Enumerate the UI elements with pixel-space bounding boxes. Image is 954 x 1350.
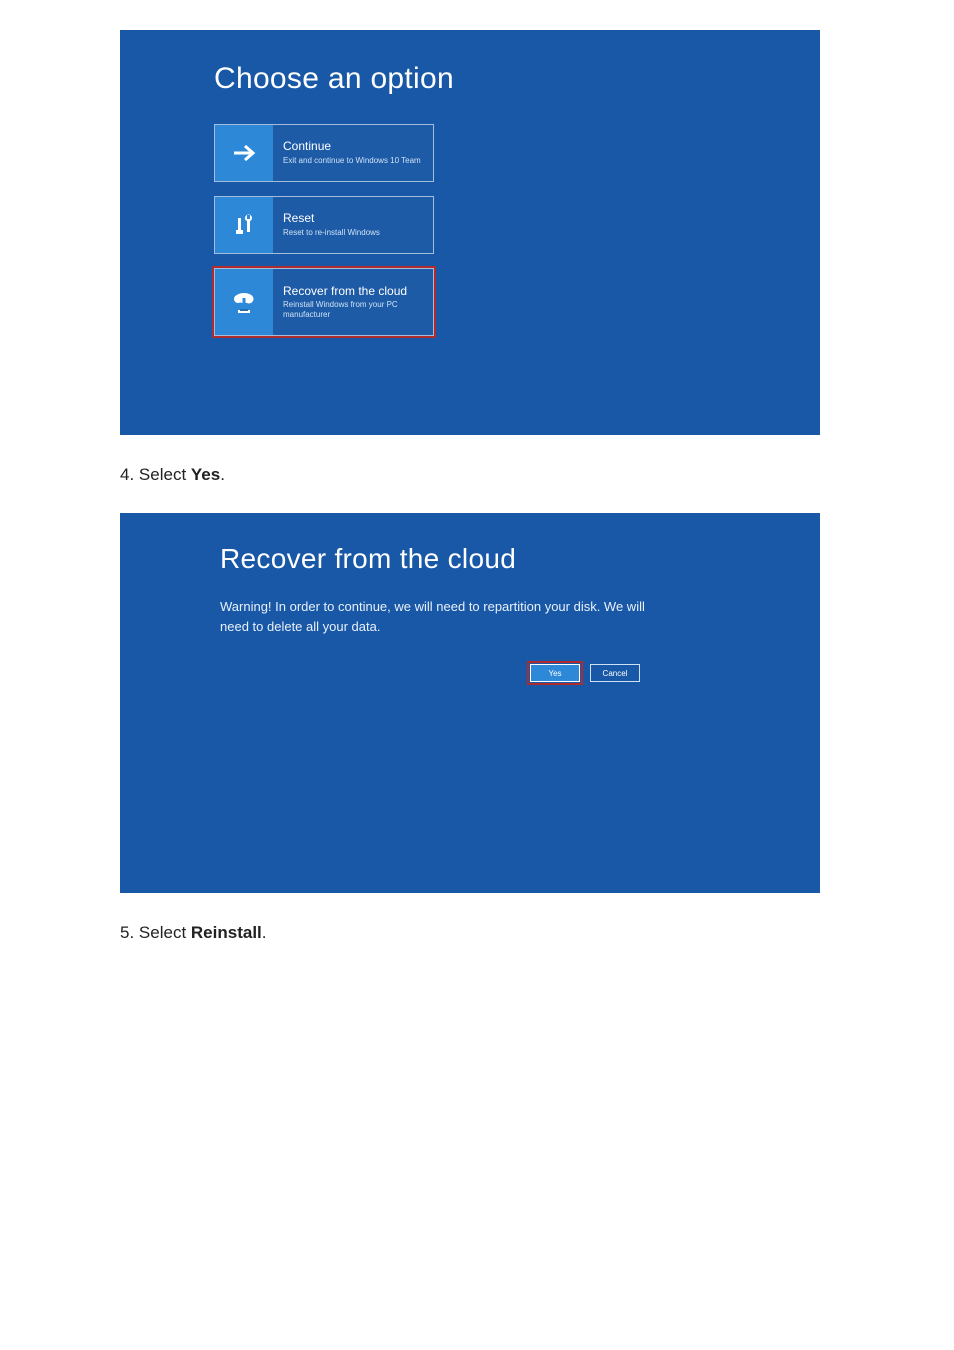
winre-panel: Choose an option Continue Exit and conti… xyxy=(120,30,820,435)
step-number: 5. xyxy=(120,923,134,942)
option-title: Continue xyxy=(283,140,425,154)
warning-text: Warning! In order to continue, we will n… xyxy=(220,597,650,636)
button-row: Yes Cancel xyxy=(530,664,820,682)
option-title: Recover from the cloud xyxy=(283,285,425,299)
cancel-button[interactable]: Cancel xyxy=(590,664,640,682)
step-text-post: . xyxy=(220,465,225,484)
step-text-pre: Select xyxy=(139,465,191,484)
winre-panel: Recover from the cloud Warning! In order… xyxy=(120,513,820,893)
wrench-icon xyxy=(215,197,273,253)
option-recover-cloud[interactable]: Recover from the cloud Reinstall Windows… xyxy=(214,268,434,336)
page-title: Choose an option xyxy=(214,62,820,96)
option-continue[interactable]: Continue Exit and continue to Windows 10… xyxy=(214,124,434,182)
page-title: Recover from the cloud xyxy=(220,543,820,575)
step-5: 5. Select Reinstall. xyxy=(120,923,954,943)
step-bold: Yes xyxy=(191,465,220,484)
recover-cloud-screenshot: Recover from the cloud Warning! In order… xyxy=(120,513,820,893)
button-label: Yes xyxy=(548,669,561,678)
button-label: Cancel xyxy=(603,669,628,678)
option-sub: Reset to re-install Windows xyxy=(283,228,425,238)
option-title: Reset xyxy=(283,212,425,226)
option-reset[interactable]: Reset Reset to re-install Windows xyxy=(214,196,434,254)
step-text-pre: Select xyxy=(139,923,191,942)
yes-button[interactable]: Yes xyxy=(530,664,580,682)
step-4: 4. Select Yes. xyxy=(120,465,954,485)
cloud-download-icon xyxy=(215,269,273,335)
option-sub: Reinstall Windows from your PC manufactu… xyxy=(283,300,425,319)
arrow-right-icon xyxy=(215,125,273,181)
step-text-post: . xyxy=(262,923,267,942)
step-number: 4. xyxy=(120,465,134,484)
step-bold: Reinstall xyxy=(191,923,262,942)
option-sub: Exit and continue to Windows 10 Team xyxy=(283,156,425,166)
choose-option-screenshot: Choose an option Continue Exit and conti… xyxy=(120,30,820,435)
option-list: Continue Exit and continue to Windows 10… xyxy=(214,124,820,336)
